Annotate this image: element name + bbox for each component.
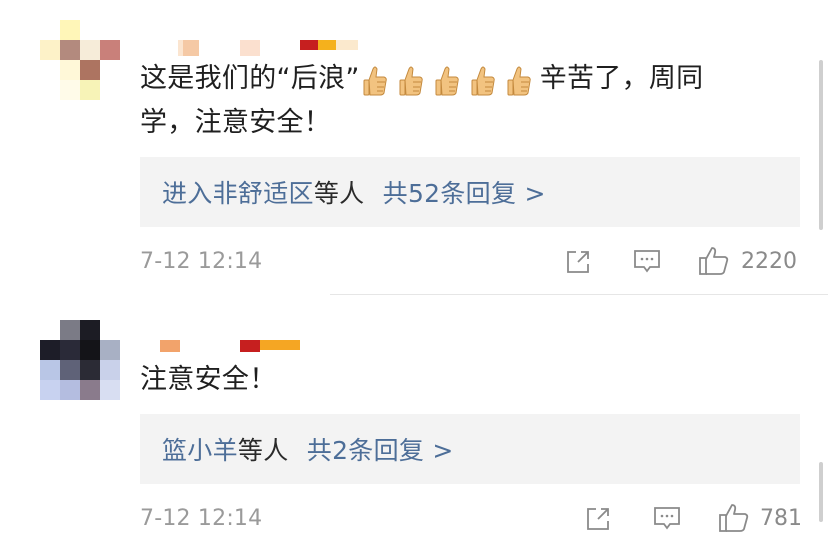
avatar[interactable] — [40, 20, 120, 100]
like-count: 2220 — [741, 249, 797, 274]
divider — [330, 294, 828, 295]
reply-user-link[interactable]: 进入非舒适区 — [162, 179, 314, 208]
thumbs-up-icon — [363, 66, 387, 95]
username-redacted[interactable] — [178, 40, 368, 56]
comment-time: 7-12 12:14 — [140, 249, 263, 274]
username-redacted[interactable] — [160, 340, 310, 352]
reply-count-link[interactable]: 共2条回复 > — [307, 436, 454, 465]
replies-preview[interactable]: 篮小羊等人 共2条回复 > — [140, 414, 800, 484]
thumbs-up-icon — [471, 66, 495, 95]
thumbs-up-icon — [399, 66, 423, 95]
scrollbar-top[interactable] — [819, 60, 823, 230]
comment-icon[interactable] — [632, 248, 662, 276]
like-icon[interactable] — [698, 245, 730, 277]
emoji-group — [360, 63, 540, 95]
comment-text: 注意安全！ — [140, 364, 277, 395]
comment-icon[interactable] — [652, 505, 682, 533]
comment-text-part: 这是我们的“后浪” — [140, 63, 360, 94]
reply-suffix: 等人 — [237, 436, 289, 465]
like-icon[interactable] — [718, 502, 750, 534]
reply-user-link[interactable]: 篮小羊 — [162, 436, 238, 465]
share-icon[interactable] — [584, 505, 612, 533]
reply-count-link[interactable]: 共52条回复 > — [383, 179, 546, 208]
reply-suffix: 等人 — [313, 179, 365, 208]
thumbs-up-icon — [507, 66, 531, 95]
replies-preview[interactable]: 进入非舒适区等人 共52条回复 > — [140, 157, 800, 227]
like-count: 781 — [760, 506, 802, 531]
comment-time: 7-12 12:14 — [140, 506, 263, 531]
comment-text-line2: 学，注意安全！ — [140, 107, 332, 138]
avatar[interactable] — [40, 320, 120, 400]
comment-text: 这是我们的“后浪” 辛苦了，周同 学，注意安全！ — [140, 57, 800, 145]
scrollbar-bottom[interactable] — [819, 462, 823, 522]
share-icon[interactable] — [564, 248, 592, 276]
comment-text-part: 辛苦了，周同 — [539, 63, 704, 94]
thumbs-up-icon — [435, 66, 459, 95]
